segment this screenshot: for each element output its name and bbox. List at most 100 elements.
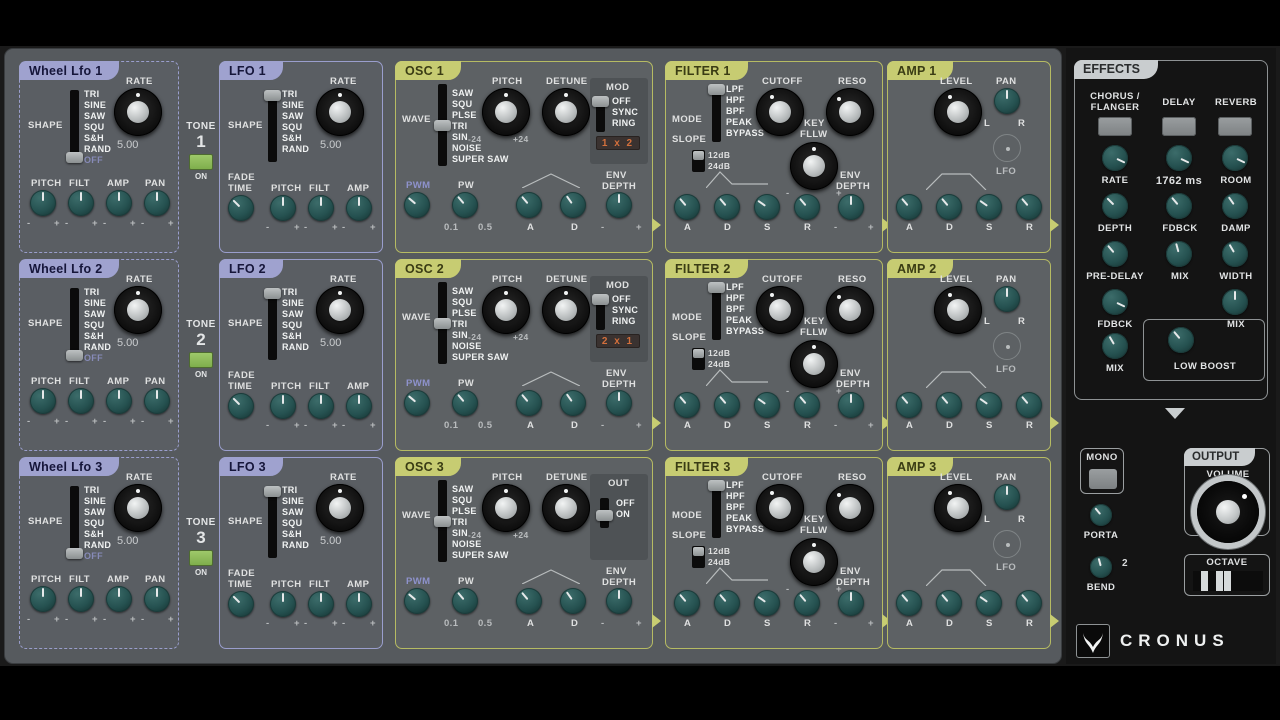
wheel-lfo-pitch-knob-1[interactable] — [30, 190, 56, 216]
wheel-lfo-shape-slider-3-thumb[interactable] — [66, 548, 83, 559]
lfo-shape-slider-3[interactable] — [264, 486, 281, 558]
filter-slope-switch-thumb-1[interactable] — [693, 151, 704, 160]
wheel-lfo-shape-1-option-off[interactable]: OFF — [84, 155, 103, 166]
filter-slope-switch-1[interactable] — [692, 150, 705, 172]
wheel-lfo-shape-3-option-rand[interactable]: RAND — [84, 540, 111, 551]
osc-wave-slider-1[interactable] — [434, 84, 451, 166]
lfo-rate-knob-1[interactable] — [316, 88, 364, 136]
osc-wave-3-option-sin[interactable]: SIN — [452, 528, 468, 539]
filter-mode-slider-3[interactable] — [708, 480, 725, 538]
lfo-shape-3-option-sine[interactable]: SINE — [282, 496, 304, 507]
filter-reso-knob-3[interactable] — [826, 484, 874, 532]
filter-mode-1-option-bpf[interactable]: BPF — [726, 106, 745, 117]
wheel-lfo-tab-1[interactable]: Wheel Lfo 1 — [19, 61, 120, 80]
chorus-predelay-knob[interactable] — [1102, 241, 1128, 267]
wheel-lfo-shape-3-option-squ[interactable]: SQU — [84, 518, 104, 529]
filter-decay-knob-2[interactable] — [714, 392, 740, 418]
wheel-lfo-pan-knob-3[interactable] — [144, 586, 170, 612]
chorus-flanger-enable-button[interactable] — [1098, 117, 1132, 136]
wheel-lfo-tab-3[interactable]: Wheel Lfo 3 — [19, 457, 120, 476]
osc-mod-2-option-ring[interactable]: RING — [612, 316, 636, 327]
wheel-lfo-pan-knob-1[interactable] — [144, 190, 170, 216]
reverb-room-knob[interactable] — [1222, 145, 1248, 171]
filter-mode-2-option-bpf[interactable]: BPF — [726, 304, 745, 315]
osc-mod-1-option-sync[interactable]: SYNC — [612, 107, 638, 118]
filter-env-depth-knob-1[interactable] — [838, 194, 864, 220]
low-boost-knob[interactable] — [1168, 327, 1194, 353]
osc-out-3-option-off[interactable]: OFF — [616, 498, 635, 509]
lfo-shape-3-option-saw[interactable]: SAW — [282, 507, 303, 518]
collapse-down-arrow-icon[interactable] — [1165, 408, 1185, 419]
osc-mod-1-option-ring[interactable]: RING — [612, 118, 636, 129]
amp-sustain-knob-3[interactable] — [976, 590, 1002, 616]
amp-level-knob-2[interactable] — [934, 286, 982, 334]
tone-led-3[interactable] — [189, 550, 213, 566]
osc-env-depth-knob-1[interactable] — [606, 192, 632, 218]
osc-attack-knob-1[interactable] — [516, 192, 542, 218]
lfo-tab-2[interactable]: LFO 2 — [219, 259, 283, 278]
wheel-lfo-shape-slider-3[interactable] — [66, 486, 83, 559]
amp-pan-knob-2[interactable] — [994, 286, 1020, 312]
osc-wave-slider-2-thumb[interactable] — [434, 318, 451, 329]
filter-mode-2-option-lpf[interactable]: LPF — [726, 282, 744, 293]
wheel-lfo-shape-1-option-tri[interactable]: TRI — [84, 89, 99, 100]
amp-decay-knob-3[interactable] — [936, 590, 962, 616]
filter-slope-switch-3[interactable] — [692, 546, 705, 568]
filter-mode-3-option-lpf[interactable]: LPF — [726, 480, 744, 491]
osc-wave-slider-1-thumb[interactable] — [434, 120, 451, 131]
amp-attack-knob-2[interactable] — [896, 392, 922, 418]
filter-sustain-knob-2[interactable] — [754, 392, 780, 418]
wheel-lfo-amp-knob-2[interactable] — [106, 388, 132, 414]
lfo-shape-slider-1-thumb[interactable] — [264, 90, 281, 101]
filter-mode-1-option-lpf[interactable]: LPF — [726, 84, 744, 95]
osc-wave-slider-2[interactable] — [434, 282, 451, 364]
delay-enable-button[interactable] — [1162, 117, 1196, 136]
osc-pwm-knob-1[interactable] — [404, 192, 430, 218]
osc-mod-slider-2[interactable] — [592, 294, 609, 330]
osc-wave-3-option-squ[interactable]: SQU — [452, 495, 472, 506]
filter-keyfllw-knob-2[interactable] — [790, 340, 838, 388]
lfo-filt-knob-1[interactable] — [308, 195, 334, 221]
osc-pw-knob-1[interactable] — [452, 192, 478, 218]
filter-cutoff-knob-1[interactable] — [756, 88, 804, 136]
filter-mode-slider-2[interactable] — [708, 282, 725, 340]
lfo-fade-time-knob-3[interactable] — [228, 591, 254, 617]
filter-mode-2-option-bypass[interactable]: BYPASS — [726, 326, 764, 337]
filter-release-knob-1[interactable] — [794, 194, 820, 220]
osc-wave-1-option-noise[interactable]: NOISE — [452, 143, 482, 154]
lfo-shape-slider-2-thumb[interactable] — [264, 288, 281, 299]
osc-wave-slider-3[interactable] — [434, 480, 451, 562]
filter-decay-knob-1[interactable] — [714, 194, 740, 220]
filter-reso-knob-1[interactable] — [826, 88, 874, 136]
tone-led-1[interactable] — [189, 154, 213, 170]
filter-cutoff-knob-3[interactable] — [756, 484, 804, 532]
osc-wave-2-option-tri[interactable]: TRI — [452, 319, 467, 330]
lfo-fade-time-knob-2[interactable] — [228, 393, 254, 419]
osc-detune-knob-3[interactable] — [542, 484, 590, 532]
lfo-pitch-knob-1[interactable] — [270, 195, 296, 221]
osc-wave-slider-3-thumb[interactable] — [434, 516, 451, 527]
delay-time-knob[interactable] — [1166, 145, 1192, 171]
wheel-lfo-shape-3-option-tri[interactable]: TRI — [84, 485, 99, 496]
reverb-enable-button[interactable] — [1218, 117, 1252, 136]
tone-led-2[interactable] — [189, 352, 213, 368]
amp-sustain-knob-1[interactable] — [976, 194, 1002, 220]
wheel-lfo-filt-knob-1[interactable] — [68, 190, 94, 216]
filter-mode-slider-2-thumb[interactable] — [708, 282, 725, 293]
lfo-shape-1-option-tri[interactable]: TRI — [282, 89, 297, 100]
wheel-lfo-pitch-knob-2[interactable] — [30, 388, 56, 414]
lfo-shape-1-option-sine[interactable]: SINE — [282, 100, 304, 111]
wheel-lfo-pitch-knob-3[interactable] — [30, 586, 56, 612]
osc-wave-1-option-saw[interactable]: SAW — [452, 88, 473, 99]
amp-lfo-ring-2[interactable] — [993, 332, 1021, 360]
filter-mode-3-option-bypass[interactable]: BYPASS — [726, 524, 764, 535]
lfo-shape-3-option-tri[interactable]: TRI — [282, 485, 297, 496]
lfo-pitch-knob-2[interactable] — [270, 393, 296, 419]
filter-decay-knob-3[interactable] — [714, 590, 740, 616]
osc-mod-slider-1-thumb[interactable] — [592, 96, 609, 107]
wheel-lfo-shape-2-option-off[interactable]: OFF — [84, 353, 103, 364]
lfo-shape-2-option-saw[interactable]: SAW — [282, 309, 303, 320]
filter-keyfllw-knob-1[interactable] — [790, 142, 838, 190]
reverb-mix-knob[interactable] — [1222, 289, 1248, 315]
osc-detune-knob-1[interactable] — [542, 88, 590, 136]
